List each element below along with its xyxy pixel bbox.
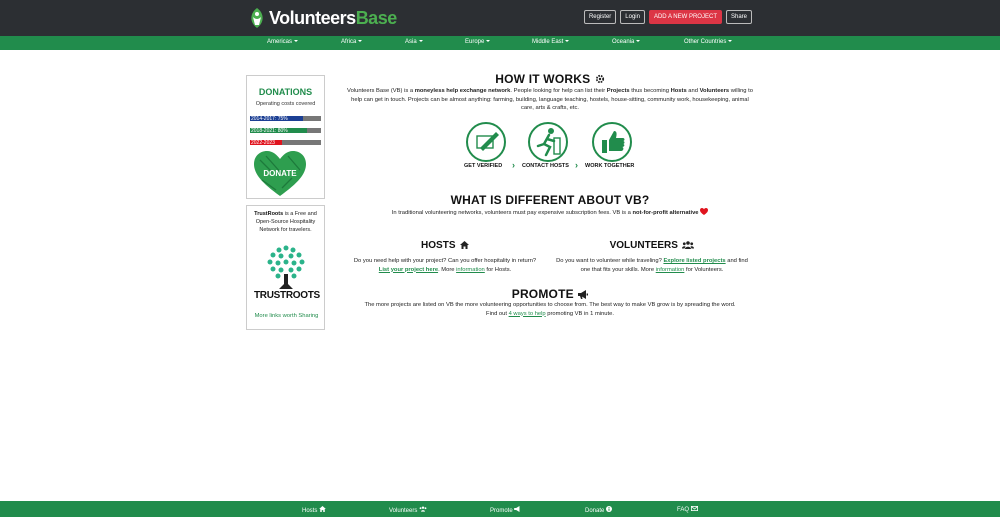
hosts-information-link[interactable]: information [456, 267, 485, 273]
nav-africa[interactable]: Africa [341, 39, 363, 45]
donate-label: DONATE [263, 169, 297, 178]
hosts-section: HOSTS Do you need help with your project… [350, 235, 540, 274]
work-step-icon [592, 122, 632, 162]
trustroots-wordmark: TRUSTROOTS [254, 290, 320, 301]
footer-nav: Hosts Volunteers Promote Donate FAQ [0, 501, 1000, 517]
progress-bar-2014: 2014-2017: 75% [250, 116, 321, 122]
nav-other-countries[interactable]: Other Countries [684, 39, 733, 45]
footer-donate[interactable]: Donate [585, 506, 613, 514]
footer-volunteers[interactable]: Volunteers [389, 506, 427, 514]
top-bar: VolunteersBase Register Login ADD A NEW … [0, 0, 1000, 36]
step-get-verified: GET VERIFIED [464, 163, 503, 169]
caret-down-icon [358, 40, 363, 43]
caret-down-icon [728, 40, 733, 43]
logo-text-volunteers: Volunteers [269, 7, 356, 28]
how-it-works-text: Volunteers Base (VB) is a moneyless help… [347, 88, 753, 111]
caret-down-icon [636, 40, 641, 43]
trustroots-box: TrustRoots is a Free and Open-Source Hos… [246, 205, 325, 330]
site-logo[interactable]: VolunteersBase [247, 5, 397, 31]
more-links-link[interactable]: More links worth Sharing [249, 313, 324, 319]
volunteers-title: VOLUNTEERS [609, 240, 678, 251]
progress-bar-2018: 2018-2021: 80% [250, 128, 321, 134]
trustroots-description: TrustRoots is a Free and Open-Source Hos… [254, 211, 317, 233]
how-it-works-heading: HOW IT WORKS [340, 70, 760, 88]
ways-to-help-link[interactable]: 4 ways to help [509, 311, 546, 317]
nav-americas[interactable]: Americas [267, 39, 299, 45]
donate-heart-button[interactable]: DONATE [252, 150, 308, 198]
chevron-right-icon: › [575, 160, 578, 170]
login-button[interactable]: Login [620, 10, 645, 24]
share-button[interactable]: Share [725, 10, 752, 24]
nav-asia[interactable]: Asia [405, 39, 423, 45]
chevron-right-icon: › [512, 160, 515, 170]
volunteers-information-link[interactable]: information [656, 267, 685, 273]
volunteers-section: VOLUNTEERS Do you want to volunteer whil… [552, 235, 752, 274]
different-heading: WHAT IS DIFFERENT ABOUT VB? [450, 193, 650, 207]
promote-text: The more projects are listed on VB the m… [364, 302, 736, 317]
footer-hosts[interactable]: Hosts [302, 506, 326, 514]
region-nav: Americas Africa Asia Europe Middle East … [0, 36, 1000, 50]
different-text: In traditional volunteering networks, vo… [340, 208, 760, 218]
nav-middle-east[interactable]: Middle East [532, 39, 570, 45]
caret-down-icon [565, 40, 570, 43]
info-circle-icon [606, 506, 613, 512]
list-project-link[interactable]: List your project here [379, 267, 438, 273]
footer-promote[interactable]: Promote [490, 506, 521, 514]
donations-subtitle: Operating costs covered [255, 101, 316, 107]
donations-title: DONATIONS [258, 87, 313, 97]
heart-icon [700, 208, 709, 215]
add-project-button[interactable]: ADD A NEW PROJECT [648, 10, 722, 24]
running-person-icon [536, 128, 561, 157]
tree-logo-icon[interactable] [265, 244, 307, 290]
nav-oceania[interactable]: Oceania [612, 39, 641, 45]
gear-icon [595, 74, 604, 84]
home-icon [319, 506, 326, 512]
step-work-together: WORK TOGETHER [585, 163, 635, 169]
step-contact-hosts: CONTACT HOSTS [522, 163, 569, 169]
hosts-text: Do you need help with your project? Can … [353, 258, 537, 273]
bullhorn-icon [514, 506, 520, 512]
bullhorn-icon [578, 290, 589, 299]
explore-projects-link[interactable]: Explore listed projects [663, 258, 725, 264]
users-icon [419, 506, 427, 512]
caret-down-icon [486, 40, 491, 43]
contact-step-icon [528, 122, 568, 162]
top-actions: Register Login ADD A NEW PROJECT Share [583, 10, 752, 24]
caret-down-icon [418, 40, 423, 43]
footer-faq[interactable]: FAQ [677, 506, 698, 513]
envelope-icon [690, 506, 698, 511]
home-icon [459, 241, 469, 249]
logo-text-base: Base [355, 7, 398, 28]
thumbs-up-icon [602, 131, 625, 153]
progress-bar-2022: 2022-2023 [250, 140, 321, 146]
volunteers-text: Do you want to volunteer while traveling… [556, 258, 748, 273]
pen-verify-icon [476, 132, 499, 151]
users-icon [682, 241, 695, 249]
register-button[interactable]: Register [583, 10, 617, 24]
nav-europe[interactable]: Europe [465, 39, 491, 45]
leaf-logo-icon [251, 8, 263, 28]
hosts-title: HOSTS [421, 240, 456, 251]
caret-down-icon [294, 40, 299, 43]
verify-step-icon [466, 122, 506, 162]
